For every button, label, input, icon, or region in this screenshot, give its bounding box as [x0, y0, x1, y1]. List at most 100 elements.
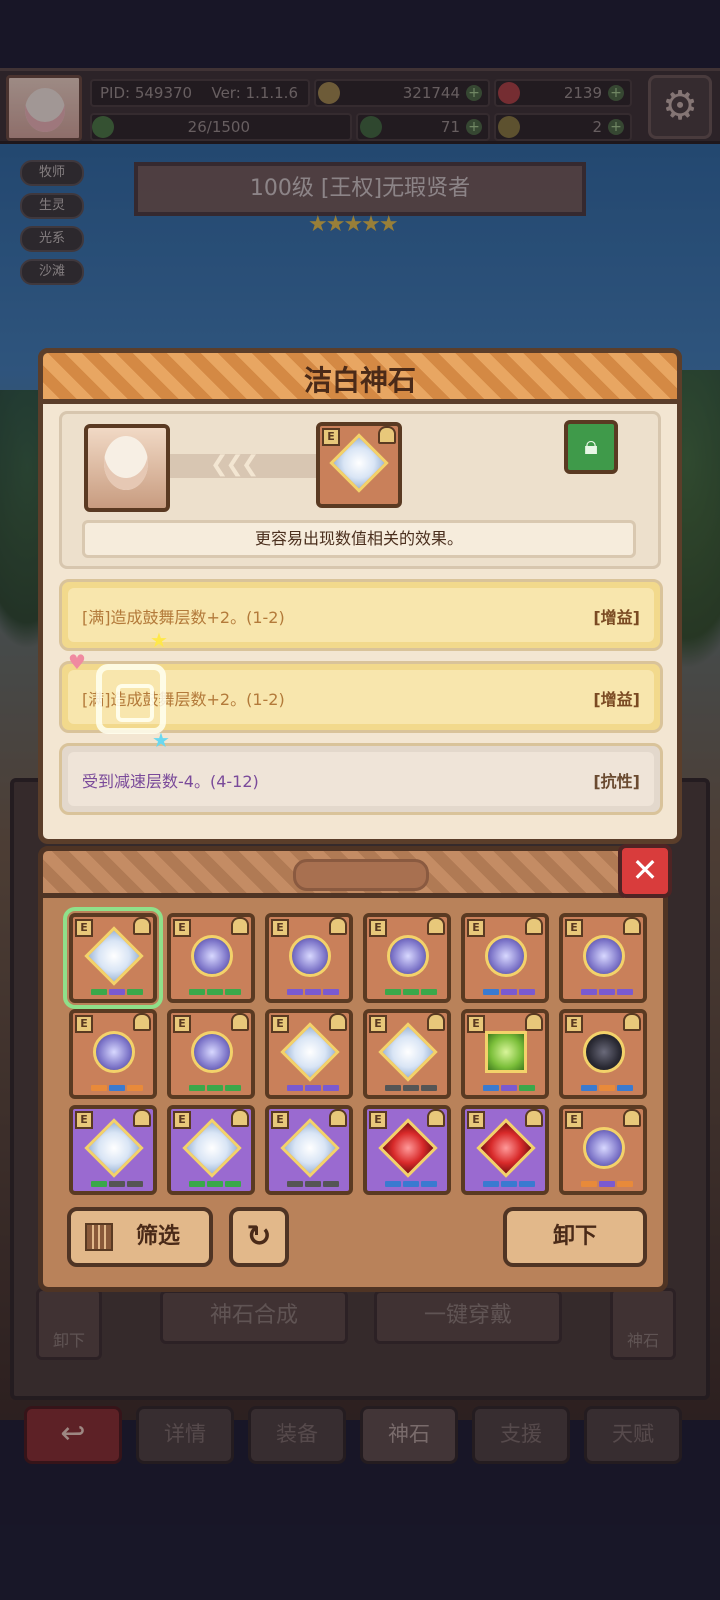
filter-label: 筛选: [135, 1224, 180, 1249]
quality-bar: [599, 1085, 615, 1091]
gem-slot[interactable]: E: [69, 1009, 157, 1099]
quality-bar: [385, 1181, 401, 1187]
quality-bar: [127, 989, 143, 995]
filter-button[interactable]: 筛选: [67, 1207, 213, 1267]
gem-slot[interactable]: E: [559, 1105, 647, 1195]
gem-slot[interactable]: E: [461, 913, 549, 1003]
heart-sparkle-icon: ♥: [68, 650, 86, 674]
selected-gem-slot: E: [316, 422, 402, 508]
quality-bar: [305, 989, 321, 995]
lock-icon: 🔒︎: [584, 431, 598, 461]
lock-toggle-button[interactable]: 🔒︎: [564, 420, 618, 474]
quality-bar: [225, 1181, 241, 1187]
quality-bar: [519, 1181, 535, 1187]
gem-quality-bars: [91, 1085, 143, 1093]
quality-bar: [617, 1085, 633, 1091]
effect-text: 受到减速层数-4。(4-12): [82, 772, 259, 791]
equipped-badge-icon: E: [75, 919, 93, 937]
gem-slot[interactable]: E: [69, 1105, 157, 1195]
white-gem-icon: [280, 1022, 340, 1082]
quality-bar: [385, 989, 401, 995]
equipped-badge-icon: E: [173, 1111, 191, 1129]
equipped-badge-icon: E: [467, 919, 485, 937]
gem-slot[interactable]: E: [265, 1105, 353, 1195]
dialog-header: 洁白神石: [38, 348, 682, 404]
gem-quality-bars: [189, 989, 241, 997]
gem-quality-bars: [189, 1181, 241, 1189]
gem-grid: E E E E E E E E E E E E E E E E E E: [59, 905, 649, 1205]
quality-bar: [385, 1085, 401, 1091]
effect-type: [抗性]: [593, 772, 640, 791]
gem-quality-bars: [483, 989, 535, 997]
quality-bar: [323, 989, 339, 995]
equipped-badge-icon: E: [271, 1015, 289, 1033]
gem-slot[interactable]: E: [167, 1009, 255, 1099]
quality-bar: [305, 1181, 321, 1187]
equipped-badge-icon: E: [565, 1015, 583, 1033]
quality-bar: [91, 989, 107, 995]
gem-info-panel: ❮❮❮ E 🔒︎ 更容易出现数值相关的效果。: [59, 411, 661, 569]
quality-bar: [323, 1181, 339, 1187]
lock-small-icon: [329, 1013, 347, 1031]
gem-slot[interactable]: E: [265, 1009, 353, 1099]
lock-small-icon: [525, 1013, 543, 1031]
equipped-badge-icon: E: [369, 1111, 387, 1129]
sort-button[interactable]: ↻: [229, 1207, 289, 1267]
quality-bar: [483, 1085, 499, 1091]
quality-bar: [127, 1085, 143, 1091]
gem-slot[interactable]: E: [363, 1105, 451, 1195]
gem-slot[interactable]: E: [559, 1009, 647, 1099]
gem-slot[interactable]: E: [559, 913, 647, 1003]
violet-gem-icon: [485, 935, 527, 977]
equipped-badge-icon: E: [467, 1111, 485, 1129]
equipped-badge-icon: E: [75, 1015, 93, 1033]
quality-bar: [91, 1085, 107, 1091]
red-gem-icon: [378, 1118, 438, 1178]
white-gem-icon: [84, 926, 144, 986]
gem-slot[interactable]: E: [167, 913, 255, 1003]
lock-small-icon: [133, 917, 151, 935]
close-button[interactable]: ✕: [618, 844, 672, 898]
effect-row-3: 受到减速层数-4。(4-12) [抗性]: [59, 743, 663, 815]
quality-bar: [581, 1181, 597, 1187]
gem-slot[interactable]: E: [461, 1009, 549, 1099]
gem-quality-bars: [581, 1085, 633, 1093]
lock-small-icon: [525, 917, 543, 935]
equipped-badge-icon: E: [565, 919, 583, 937]
effect-type: [增益]: [593, 608, 640, 627]
quality-bar: [109, 989, 125, 995]
effect-text: [满]造成鼓舞层数+2。(1-2): [82, 608, 285, 627]
quality-bar: [403, 1085, 419, 1091]
quality-bar: [421, 989, 437, 995]
quality-bar: [189, 1181, 205, 1187]
close-icon: ✕: [631, 851, 659, 889]
gem-quality-bars: [287, 1085, 339, 1093]
gem-slot[interactable]: E: [265, 913, 353, 1003]
lock-small-icon: [329, 917, 347, 935]
violet-gem-icon: [387, 935, 429, 977]
hero-portrait: [84, 424, 170, 512]
quality-bar: [207, 1085, 223, 1091]
quality-bar: [189, 1085, 205, 1091]
gem-quality-bars: [287, 1181, 339, 1189]
quality-bar: [501, 1181, 517, 1187]
equipped-badge-icon: E: [369, 919, 387, 937]
gem-slot[interactable]: E: [167, 1105, 255, 1195]
equipped-badge-icon: E: [565, 1111, 583, 1129]
lock-small-icon: [231, 917, 249, 935]
refresh-icon: ↻: [246, 1219, 272, 1254]
unequip-button[interactable]: 卸下: [503, 1207, 647, 1267]
quality-bar: [207, 989, 223, 995]
gem-slot[interactable]: E: [63, 907, 163, 1009]
sparkle-effect: [96, 664, 166, 734]
gem-quality-bars: [287, 989, 339, 997]
gem-slot[interactable]: E: [363, 1009, 451, 1099]
lock-small-icon: [427, 1109, 445, 1127]
white-gem-icon: [182, 1118, 242, 1178]
violet-gem-icon: [191, 935, 233, 977]
gem-slot[interactable]: E: [461, 1105, 549, 1195]
gem-quality-bars: [483, 1181, 535, 1189]
gem-slot[interactable]: E: [363, 913, 451, 1003]
gem-quality-bars: [581, 1181, 633, 1189]
quality-bar: [287, 1085, 303, 1091]
